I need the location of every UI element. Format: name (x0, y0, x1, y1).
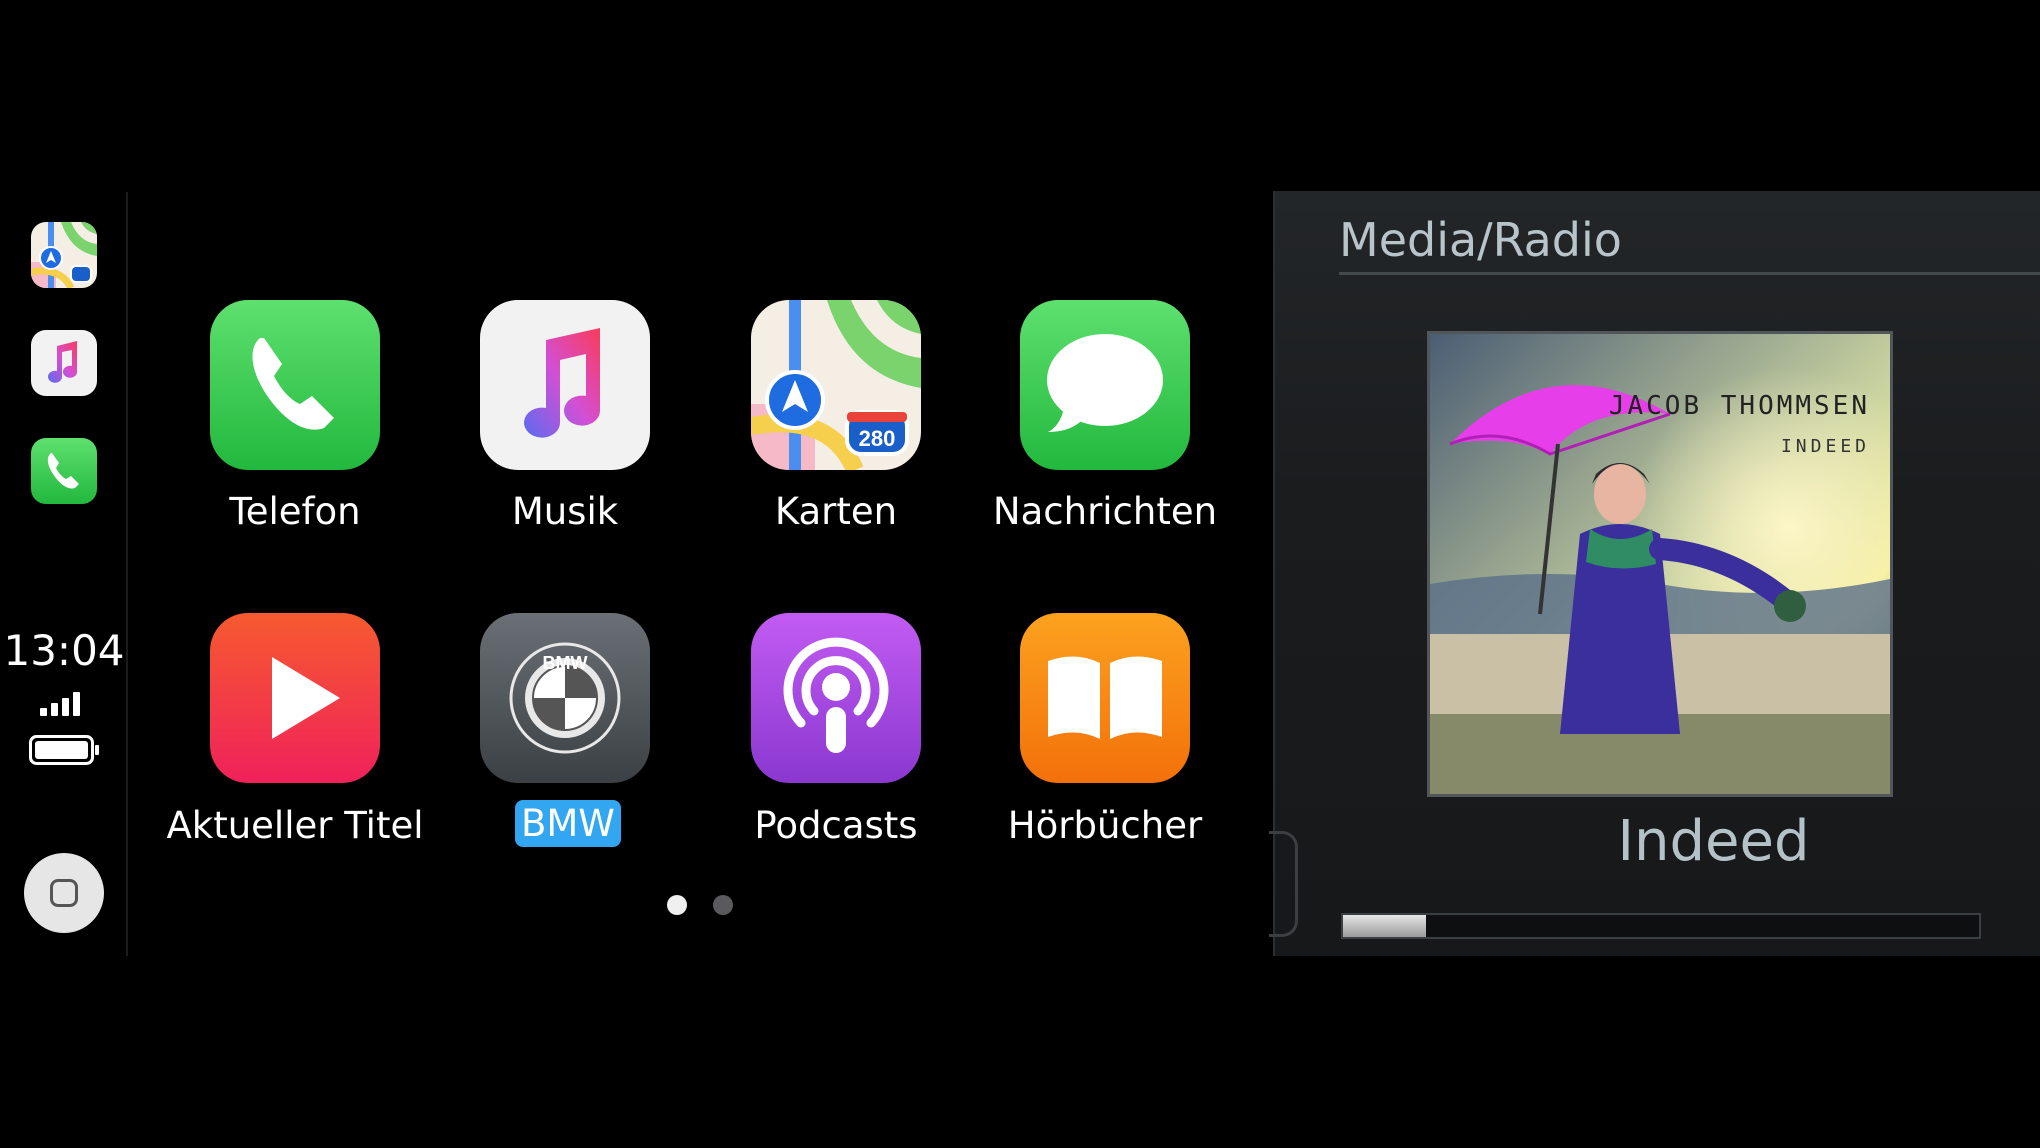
home-square-icon (50, 879, 78, 907)
album-name-text: INDEED (1781, 436, 1870, 457)
now-playing-icon (210, 613, 380, 783)
app-nachrichten[interactable] (1020, 300, 1190, 470)
app-label-hoerbuecher: Hörbücher (1007, 804, 1203, 847)
app-label-musik: Musik (511, 490, 619, 533)
messages-icon (1020, 300, 1190, 470)
app-musik[interactable] (480, 300, 650, 470)
battery-icon (29, 735, 99, 765)
signal-strength-icon (40, 692, 80, 716)
podcasts-icon (751, 613, 921, 783)
dock-divider (126, 192, 128, 956)
media-panel-title: Media/Radio (1339, 213, 1622, 267)
playback-progress-fill (1343, 915, 1426, 937)
app-karten[interactable]: 280 (751, 300, 921, 470)
phone-icon (210, 300, 380, 470)
playback-progress-bar[interactable] (1341, 913, 1981, 939)
app-podcasts[interactable] (751, 613, 921, 783)
books-icon (1020, 613, 1190, 783)
album-artist-text: JACOB THOMMSEN (1609, 391, 1870, 421)
media-title-divider (1339, 272, 2040, 275)
bmw-logo-text: BMW (543, 653, 588, 673)
music-icon (480, 300, 650, 470)
map-shield-number: 280 (859, 426, 896, 451)
app-bmw[interactable]: BMW (480, 613, 650, 783)
phone-icon (31, 438, 97, 504)
album-artwork-image: JACOB THOMMSEN INDEED (1430, 334, 1890, 794)
status-time: 13:04 (3, 626, 125, 675)
album-cover: JACOB THOMMSEN INDEED (1427, 331, 1893, 797)
dock-maps-app[interactable] (31, 222, 97, 288)
app-label-karten: Karten (774, 490, 898, 533)
dock-music-app[interactable] (31, 330, 97, 396)
carplay-screen: 13:04 Telefon Musik 280 Karten Nachricht… (0, 0, 2040, 1148)
app-label-telefon: Telefon (229, 490, 361, 533)
page-dot-2[interactable] (713, 895, 733, 915)
maps-icon: 280 (751, 300, 921, 470)
app-hoerbuecher[interactable] (1020, 613, 1190, 783)
page-dot-1-active[interactable] (667, 895, 687, 915)
maps-icon (31, 222, 97, 288)
bmw-logo-icon: BMW (480, 613, 650, 783)
app-label-nachrichten: Nachrichten (992, 490, 1218, 533)
app-label-aktueller-titel: Aktueller Titel (166, 804, 424, 847)
media-radio-panel: Media/Radio JACOB THOMMSEN INDEED Indeed (1269, 191, 2040, 956)
app-aktueller-titel[interactable] (210, 613, 380, 783)
track-title: Indeed (1617, 809, 1810, 874)
dock-phone-app[interactable] (31, 438, 97, 504)
app-telefon[interactable] (210, 300, 380, 470)
app-label-bmw-selected: BMW (515, 800, 621, 847)
music-icon (31, 330, 97, 396)
home-button[interactable] (24, 853, 104, 933)
app-label-podcasts: Podcasts (754, 804, 918, 847)
media-panel-handle[interactable] (1269, 831, 1298, 937)
carplay-dock (0, 192, 128, 956)
